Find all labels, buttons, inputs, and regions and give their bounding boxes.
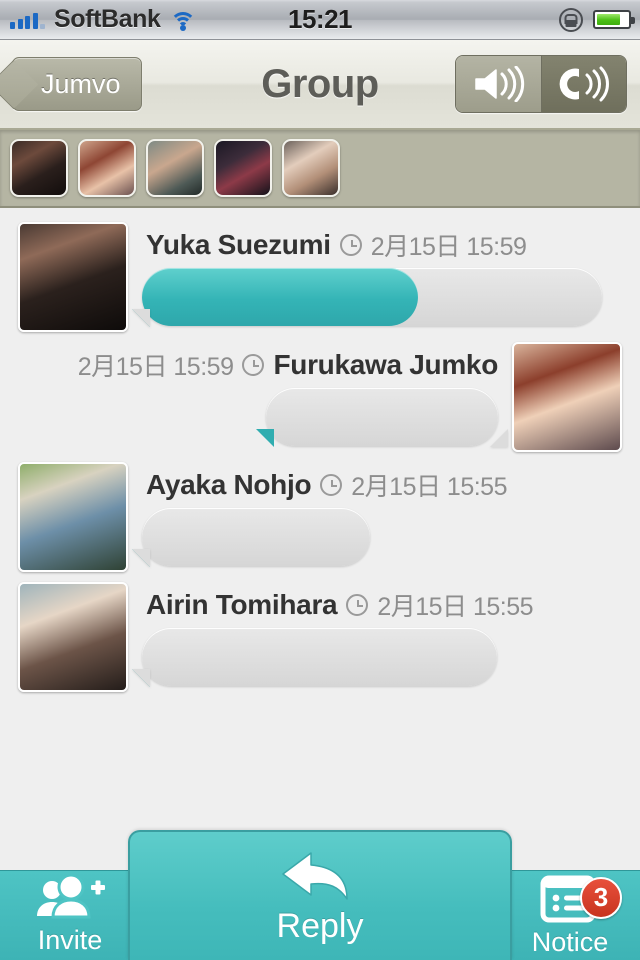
message-list[interactable]: Yuka Suezumi 2月15日 15:59 2月15日 15:59 Fur… xyxy=(0,208,640,830)
reply-arrow-icon xyxy=(282,852,348,900)
voice-message-bubble[interactable] xyxy=(132,628,497,687)
message-body: 2月15日 15:59 Furukawa Jumko xyxy=(18,342,512,447)
reply-label: Reply xyxy=(276,907,364,945)
message-timestamp: 2月15日 15:55 xyxy=(377,593,534,621)
phone-handset-icon xyxy=(559,66,609,102)
clock-icon xyxy=(346,594,369,616)
avatar[interactable] xyxy=(18,582,128,692)
notice-label: Notice xyxy=(531,926,609,957)
avatar[interactable] xyxy=(512,342,622,452)
voice-message-bubble[interactable] xyxy=(132,268,602,327)
member-thumbnail[interactable] xyxy=(146,139,204,197)
message-sender-name: Ayaka Nohjo xyxy=(146,469,312,500)
invite-label: Invite xyxy=(37,924,103,955)
member-thumbnail[interactable] xyxy=(10,139,68,197)
status-bar: SoftBank 15:21 xyxy=(0,0,640,40)
speaker-output-button[interactable] xyxy=(456,56,541,112)
message-row[interactable]: Yuka Suezumi 2月15日 15:59 xyxy=(0,222,640,332)
notice-badge: 3 xyxy=(580,876,622,919)
rotation-lock-icon xyxy=(559,7,583,32)
message-row[interactable]: 2月15日 15:59 Furukawa Jumko xyxy=(0,342,640,452)
navigation-bar: Jumvo Group xyxy=(0,40,640,130)
message-body: Airin Tomihara 2月15日 15:55 xyxy=(128,582,622,687)
message-row[interactable]: Ayaka Nohjo 2月15日 15:55 xyxy=(0,462,640,572)
member-thumbnail[interactable] xyxy=(282,139,340,197)
bottom-toolbar: Invite Reply Notice 3 xyxy=(0,830,640,960)
message-row[interactable]: Airin Tomihara 2月15日 15:55 xyxy=(0,582,640,692)
message-sender-name: Airin Tomihara xyxy=(146,589,338,620)
clock-icon xyxy=(339,234,362,256)
avatar[interactable] xyxy=(18,462,128,572)
message-timestamp: 2月15日 15:59 xyxy=(77,353,234,381)
audio-output-segmented-control[interactable] xyxy=(455,55,627,113)
voice-message-bubble[interactable] xyxy=(132,508,370,567)
back-button-label: Jumvo xyxy=(41,68,121,99)
message-body: Ayaka Nohjo 2月15日 15:55 xyxy=(128,462,622,567)
clock-icon xyxy=(242,354,265,376)
member-thumbnail[interactable] xyxy=(214,139,272,197)
message-timestamp: 2月15日 15:55 xyxy=(351,473,507,501)
member-avatar-strip[interactable] xyxy=(0,130,640,208)
clock-icon xyxy=(320,474,343,496)
message-header: Yuka Suezumi 2月15日 15:59 xyxy=(142,222,608,268)
message-timestamp: 2月15日 15:59 xyxy=(370,233,527,261)
speaker-icon xyxy=(474,66,524,102)
notice-button[interactable]: Notice 3 xyxy=(500,874,640,958)
message-header: Ayaka Nohjo 2月15日 15:55 xyxy=(142,462,608,508)
reply-button[interactable]: Reply xyxy=(128,830,512,960)
status-bar-clock: 15:21 xyxy=(288,4,353,34)
earpiece-output-button[interactable] xyxy=(541,56,626,112)
battery-icon xyxy=(593,10,635,29)
add-people-icon xyxy=(37,875,105,918)
member-thumbnail[interactable] xyxy=(78,139,136,197)
message-header: Airin Tomihara 2月15日 15:55 xyxy=(142,582,608,628)
invite-button[interactable]: Invite xyxy=(0,875,140,956)
back-button[interactable]: Jumvo xyxy=(12,57,142,111)
message-body: Yuka Suezumi 2月15日 15:59 xyxy=(128,222,622,327)
status-bar-right xyxy=(559,7,640,32)
voice-message-bubble[interactable] xyxy=(256,388,498,447)
message-sender-name: Yuka Suezumi xyxy=(146,229,331,260)
message-sender-name: Furukawa Jumko xyxy=(273,349,498,380)
playback-progress-fill xyxy=(132,268,418,327)
message-header: 2月15日 15:59 Furukawa Jumko xyxy=(74,342,499,388)
avatar[interactable] xyxy=(18,222,128,332)
